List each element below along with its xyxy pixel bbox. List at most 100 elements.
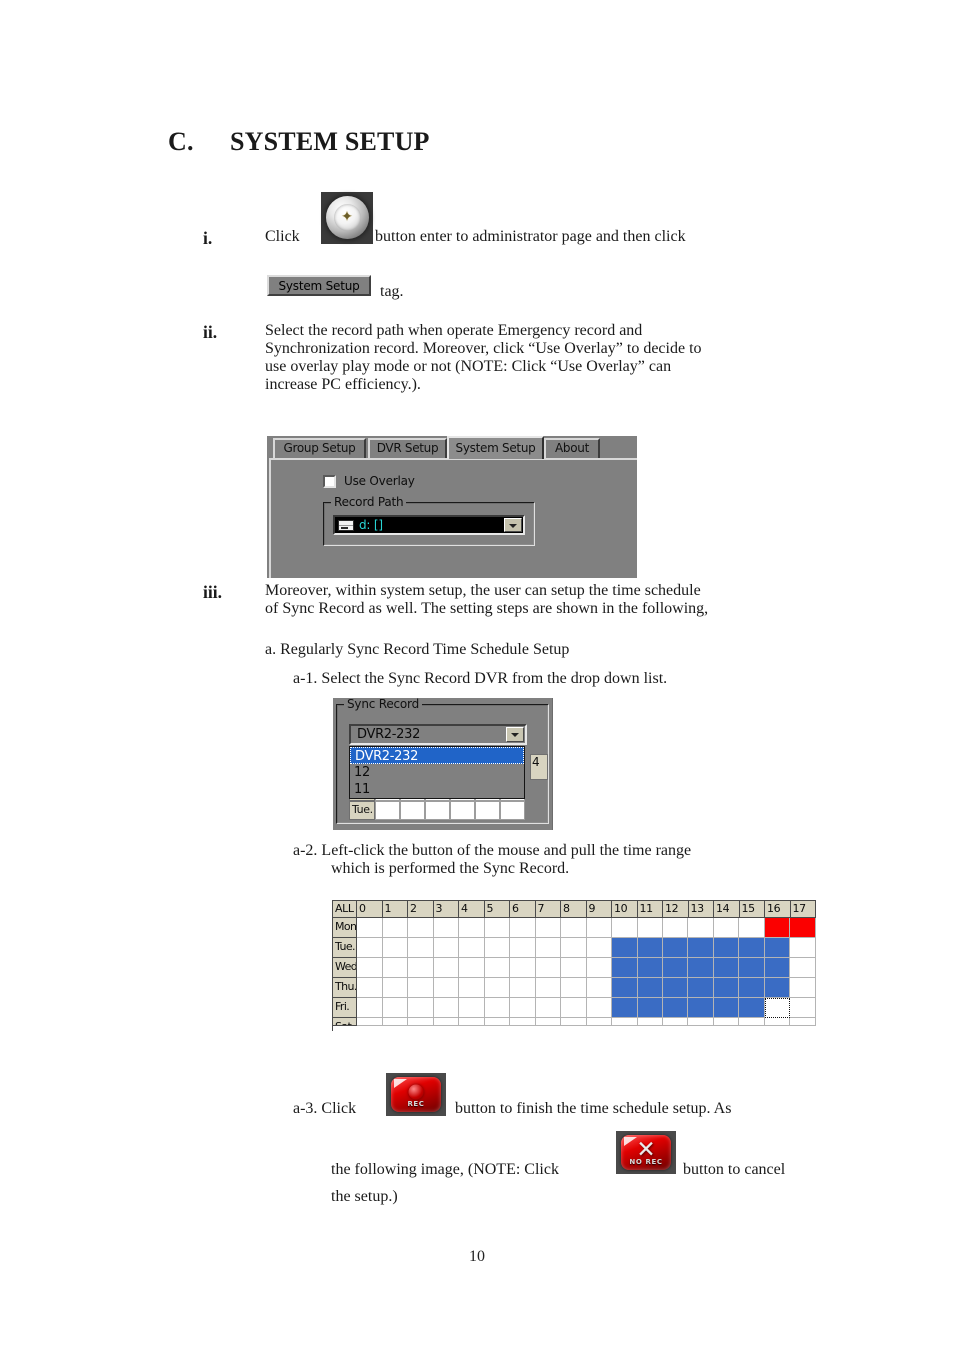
- schedule-row-label[interactable]: Thu.: [333, 978, 358, 998]
- schedule-col-header[interactable]: 6: [510, 901, 536, 918]
- schedule-row-label[interactable]: Tue.: [333, 938, 358, 958]
- schedule-col-header[interactable]: 11: [637, 901, 664, 918]
- use-overlay-checkbox[interactable]: [323, 474, 336, 488]
- schedule-cell[interactable]: [637, 918, 663, 938]
- schedule-col-header[interactable]: 10: [612, 901, 638, 918]
- schedule-cell[interactable]: [382, 958, 409, 978]
- dropdown-option-1[interactable]: 12: [350, 764, 524, 781]
- chevron-down-icon[interactable]: [506, 727, 524, 742]
- schedule-cell[interactable]: [408, 998, 434, 1018]
- schedule-cell-selected[interactable]: [713, 938, 740, 958]
- schedule-cell-selected[interactable]: [637, 958, 663, 978]
- schedule-cell-selected[interactable]: [739, 978, 765, 998]
- schedule-cell[interactable]: [713, 918, 740, 938]
- schedule-cell[interactable]: [612, 918, 638, 938]
- schedule-cell[interactable]: [535, 938, 562, 958]
- schedule-col-header[interactable]: 5: [484, 901, 511, 918]
- schedule-cell[interactable]: [535, 918, 562, 938]
- schedule-row-label[interactable]: Fri.: [333, 998, 358, 1018]
- schedule-cell[interactable]: [561, 998, 587, 1018]
- schedule-cell[interactable]: [357, 958, 383, 978]
- schedule-col-header[interactable]: 17: [790, 901, 816, 918]
- schedule-cell[interactable]: [510, 958, 536, 978]
- schedule-col-header[interactable]: 7: [535, 901, 562, 918]
- schedule-cell-selected[interactable]: [688, 938, 714, 958]
- schedule-cell[interactable]: [688, 918, 714, 938]
- schedule-cell[interactable]: [382, 998, 409, 1018]
- schedule-cell[interactable]: [790, 938, 816, 958]
- schedule-cell[interactable]: [459, 958, 485, 978]
- schedule-cell-selected[interactable]: [739, 938, 765, 958]
- schedule-cell-selected[interactable]: [612, 938, 638, 958]
- schedule-cell[interactable]: [637, 1018, 663, 1026]
- schedule-cell-selected[interactable]: [612, 978, 638, 998]
- schedule-cell[interactable]: [612, 1018, 638, 1026]
- schedule-cell[interactable]: [561, 978, 587, 998]
- tab-dvr-setup[interactable]: DVR Setup: [368, 438, 447, 458]
- schedule-cell-selected[interactable]: [688, 958, 714, 978]
- schedule-cell[interactable]: [586, 978, 613, 998]
- schedule-cell[interactable]: [484, 918, 511, 938]
- schedule-cell[interactable]: [586, 918, 613, 938]
- schedule-cell-selected[interactable]: [713, 958, 740, 978]
- sync-record-combobox[interactable]: DVR2-232: [349, 724, 527, 745]
- use-overlay-row[interactable]: Use Overlay: [323, 474, 415, 488]
- schedule-cell-selected[interactable]: [612, 958, 638, 978]
- schedule-col-header[interactable]: 4: [459, 901, 485, 918]
- schedule-cell[interactable]: [382, 978, 409, 998]
- schedule-cell[interactable]: [510, 918, 536, 938]
- schedule-cell[interactable]: [433, 958, 460, 978]
- schedule-cell[interactable]: [357, 998, 383, 1018]
- schedule-cell[interactable]: [739, 918, 765, 938]
- schedule-cell[interactable]: [408, 1018, 434, 1026]
- schedule-cell-selected[interactable]: [637, 938, 663, 958]
- schedule-cell[interactable]: [535, 958, 562, 978]
- tab-about[interactable]: About: [544, 438, 600, 458]
- schedule-col-header[interactable]: 1: [382, 901, 409, 918]
- schedule-col-header[interactable]: 13: [688, 901, 715, 918]
- schedule-cell[interactable]: [510, 938, 536, 958]
- schedule-cell-focused[interactable]: [764, 998, 791, 1018]
- schedule-cell[interactable]: [382, 918, 409, 938]
- schedule-grid-screenshot[interactable]: ALL 0 1 2 3 4 5 6 7 8 9 10 11 12 13 14 1…: [332, 900, 816, 1031]
- schedule-all-header[interactable]: ALL: [333, 901, 358, 918]
- schedule-cell-selected[interactable]: [612, 998, 638, 1018]
- schedule-cell[interactable]: [408, 978, 434, 998]
- no-rec-button[interactable]: ✕ NO REC: [616, 1131, 676, 1174]
- schedule-cell[interactable]: [433, 998, 460, 1018]
- schedule-cell[interactable]: [663, 918, 689, 938]
- schedule-cell[interactable]: [586, 1018, 613, 1026]
- schedule-cell[interactable]: [535, 978, 562, 998]
- schedule-cell-selected[interactable]: [663, 958, 689, 978]
- schedule-row-label[interactable]: Mon.: [333, 918, 358, 938]
- schedule-cell[interactable]: [408, 918, 434, 938]
- schedule-cell[interactable]: [382, 938, 409, 958]
- record-path-combobox[interactable]: d: []: [333, 515, 525, 535]
- rec-button[interactable]: REC: [386, 1073, 446, 1116]
- schedule-cell[interactable]: [433, 978, 460, 998]
- schedule-cell[interactable]: [510, 1018, 536, 1026]
- schedule-cell[interactable]: [739, 1018, 765, 1026]
- schedule-cell[interactable]: [688, 1018, 714, 1026]
- schedule-cell-selected[interactable]: [764, 978, 791, 998]
- schedule-cell[interactable]: [357, 918, 383, 938]
- tab-group-setup[interactable]: Group Setup: [273, 438, 366, 458]
- schedule-col-header[interactable]: 8: [561, 901, 587, 918]
- schedule-cell[interactable]: [408, 938, 434, 958]
- schedule-cell[interactable]: [790, 1018, 816, 1026]
- schedule-cell[interactable]: [535, 1018, 562, 1026]
- schedule-cell[interactable]: [459, 998, 485, 1018]
- schedule-cell[interactable]: [586, 938, 613, 958]
- schedule-cell[interactable]: [561, 1018, 587, 1026]
- schedule-cell[interactable]: [484, 1018, 511, 1026]
- schedule-cell-selected[interactable]: [764, 938, 791, 958]
- schedule-cell[interactable]: [484, 978, 511, 998]
- schedule-cell-selected[interactable]: [662, 998, 689, 1018]
- schedule-cell-selected[interactable]: [713, 998, 740, 1018]
- schedule-cell[interactable]: [561, 958, 587, 978]
- schedule-cell[interactable]: [663, 1018, 689, 1026]
- schedule-cell[interactable]: [459, 978, 485, 998]
- schedule-cell[interactable]: [459, 1018, 485, 1026]
- schedule-col-header[interactable]: 0: [357, 901, 383, 918]
- dropdown-option-2[interactable]: 11: [350, 781, 524, 798]
